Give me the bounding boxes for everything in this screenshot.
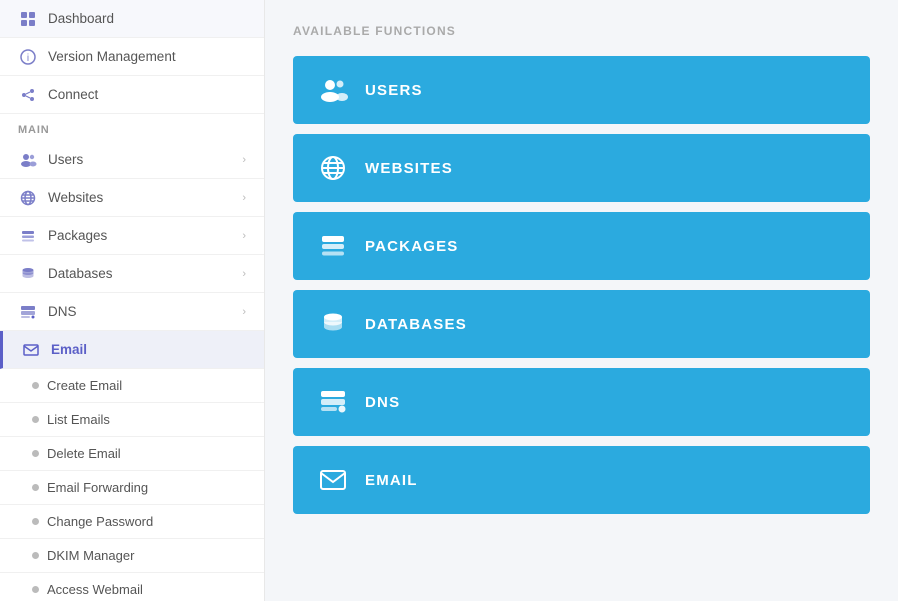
sub-menu-change-password[interactable]: Change Password (0, 505, 264, 539)
sidebar-item-version-management[interactable]: i Version Management (0, 38, 264, 76)
card-email[interactable]: EMAIL (293, 446, 870, 514)
email-icon (21, 341, 41, 358)
card-label: EMAIL (365, 472, 418, 489)
users-card-icon (317, 74, 349, 106)
chevron-right-icon: › (242, 154, 246, 166)
sidebar-item-databases[interactable]: Databases › (0, 255, 264, 293)
sidebar-item-dashboard[interactable]: Dashboard (0, 0, 264, 38)
dashboard-icon (18, 10, 38, 27)
chevron-right-icon: › (242, 192, 246, 204)
databases-card-icon (317, 308, 349, 340)
card-databases[interactable]: DATABASES (293, 290, 870, 358)
sub-menu-label: Create Email (47, 378, 122, 393)
bullet-dot (32, 484, 39, 491)
card-packages[interactable]: PACKAGES (293, 212, 870, 280)
bullet-dot (32, 416, 39, 423)
sub-menu-label: Delete Email (47, 446, 121, 461)
databases-icon (18, 265, 38, 282)
packages-card-icon (317, 230, 349, 262)
bullet-dot (32, 518, 39, 525)
card-label: PACKAGES (365, 238, 459, 255)
svg-text:i: i (27, 53, 29, 64)
chevron-right-icon: › (242, 306, 246, 318)
email-card-icon (317, 464, 349, 496)
sub-menu-delete-email[interactable]: Delete Email (0, 437, 264, 471)
bullet-dot (32, 382, 39, 389)
sidebar-item-connect[interactable]: Connect (0, 76, 264, 114)
sidebar-item-dns[interactable]: DNS › (0, 293, 264, 331)
sidebar-item-label: DNS (48, 304, 77, 319)
info-icon: i (18, 48, 38, 65)
sub-menu-list-emails[interactable]: List Emails (0, 403, 264, 437)
sub-menu-create-email[interactable]: Create Email 2 (0, 369, 264, 403)
users-icon (18, 151, 38, 168)
sub-menu-email-forwarding[interactable]: Email Forwarding (0, 471, 264, 505)
sidebar-item-users[interactable]: Users › (0, 141, 264, 179)
card-label: USERS (365, 82, 423, 99)
sub-menu-label: Change Password (47, 514, 153, 529)
sidebar-item-websites[interactable]: Websites › (0, 179, 264, 217)
sidebar-item-label: Packages (48, 228, 107, 243)
sidebar-item-label: Version Management (48, 49, 176, 64)
sidebar-item-label: Users (48, 152, 83, 167)
dns-icon (18, 303, 38, 320)
card-label: WEBSITES (365, 160, 453, 177)
chevron-right-icon: › (242, 268, 246, 280)
card-users[interactable]: USERS (293, 56, 870, 124)
bullet-dot (32, 450, 39, 457)
sidebar-item-label: Dashboard (48, 11, 114, 26)
bullet-dot (32, 552, 39, 559)
sub-menu-dkim-manager[interactable]: DKIM Manager (0, 539, 264, 573)
globe-card-icon (317, 152, 349, 184)
connect-icon (18, 86, 38, 103)
card-dns[interactable]: DNS (293, 368, 870, 436)
sub-menu-access-webmail[interactable]: Access Webmail (0, 573, 264, 601)
chevron-right-icon: › (242, 230, 246, 242)
main-content: AVAILABLE FUNCTIONS USERS (265, 0, 898, 601)
card-label: DNS (365, 394, 400, 411)
sub-menu-label: List Emails (47, 412, 110, 427)
dns-card-icon (317, 386, 349, 418)
sidebar-item-email[interactable]: Email 1 (0, 331, 264, 369)
sidebar: Dashboard i Version Management Connect M… (0, 0, 265, 601)
sidebar-item-packages[interactable]: Packages › (0, 217, 264, 255)
sidebar-item-label: Websites (48, 190, 103, 205)
function-cards: USERS WEBSITES (293, 56, 870, 514)
bullet-dot (32, 586, 39, 593)
sub-menu-label: Email Forwarding (47, 480, 148, 495)
sidebar-section-main: MAIN (0, 114, 264, 141)
packages-icon (18, 227, 38, 244)
sub-menu-label: Access Webmail (47, 582, 143, 597)
card-websites[interactable]: WEBSITES (293, 134, 870, 202)
section-title: AVAILABLE FUNCTIONS (293, 24, 870, 38)
sub-menu-label: DKIM Manager (47, 548, 134, 563)
sidebar-item-label: Connect (48, 87, 98, 102)
globe-icon (18, 189, 38, 206)
card-label: DATABASES (365, 316, 467, 333)
sidebar-item-label: Email (51, 342, 87, 357)
sidebar-item-label: Databases (48, 266, 113, 281)
